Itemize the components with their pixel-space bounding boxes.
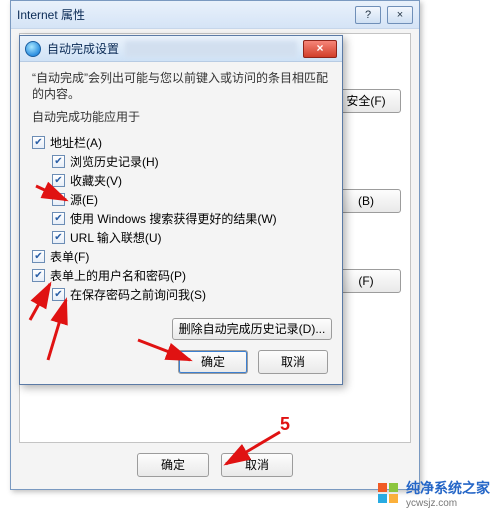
delete-autocomplete-history-button[interactable]: 删除自动完成历史记录(D)...	[172, 318, 332, 340]
window-titlebar: Internet 属性 ? ×	[11, 1, 419, 29]
checkbox-browsing-history[interactable]: ✔ 浏览历史记录(H)	[52, 152, 330, 171]
help-button[interactable]: ?	[355, 6, 381, 24]
checkbox-ask-before-save[interactable]: ✔ 在保存密码之前询问我(S)	[52, 285, 330, 304]
annotation-5: 5	[280, 414, 290, 435]
dialog-description: “自动完成”会列出可能与您以前键入或访问的条目相匹配的内容。	[32, 70, 330, 102]
checkbox-windows-search[interactable]: ✔ 使用 Windows 搜索获得更好的结果(W)	[52, 209, 330, 228]
check-icon: ✔	[32, 269, 45, 282]
watermark: 纯净系统之家 ycwsjz.com	[378, 478, 490, 509]
check-icon: ✔	[32, 136, 45, 149]
outer-cancel-button[interactable]: 取消	[221, 453, 293, 477]
checkbox-favorites[interactable]: ✔ 收藏夹(V)	[52, 171, 330, 190]
check-icon: ✔	[52, 174, 65, 187]
window-title: Internet 属性	[17, 6, 349, 23]
checkbox-label: 收藏夹(V)	[70, 172, 122, 189]
dialog-title: 自动完成设置	[47, 40, 119, 57]
check-icon: ✔	[52, 212, 65, 225]
outer-ok-button[interactable]: 确定	[137, 453, 209, 477]
check-icon: ✔	[52, 155, 65, 168]
close-button[interactable]: ×	[387, 6, 413, 24]
autocomplete-settings-dialog: 自动完成设置 × “自动完成”会列出可能与您以前键入或访问的条目相匹配的内容。 …	[19, 35, 343, 385]
checkbox-list: ✔ 地址栏(A) ✔ 浏览历史记录(H) ✔ 收藏夹(V) 源(E) ✔	[32, 133, 330, 304]
dialog-section-heading: 自动完成功能应用于	[32, 108, 330, 125]
dialog-titlebar: 自动完成设置 ×	[20, 36, 342, 62]
dialog-ok-button[interactable]: 确定	[178, 350, 248, 374]
dialog-close-button[interactable]: ×	[303, 40, 337, 58]
checkbox-label: 在保存密码之前询问我(S)	[70, 286, 206, 303]
title-blur	[125, 41, 297, 57]
check-icon: ✔	[52, 288, 65, 301]
dialog-cancel-button[interactable]: 取消	[258, 350, 328, 374]
checkbox-forms[interactable]: ✔ 表单(F)	[32, 247, 330, 266]
checkbox-label: 使用 Windows 搜索获得更好的结果(W)	[70, 210, 277, 227]
watermark-logo-icon	[378, 483, 400, 505]
globe-icon	[25, 41, 41, 57]
checkbox-feeds[interactable]: 源(E)	[52, 190, 330, 209]
checkbox-label: 地址栏(A)	[50, 134, 102, 151]
check-icon	[52, 193, 65, 206]
check-icon: ✔	[32, 250, 45, 263]
checkbox-label: 表单(F)	[50, 248, 89, 265]
dialog-body: “自动完成”会列出可能与您以前键入或访问的条目相匹配的内容。 自动完成功能应用于…	[20, 62, 342, 384]
checkbox-label: 浏览历史记录(H)	[70, 153, 159, 170]
outer-dialog-buttons: 确定 取消	[11, 453, 419, 477]
checkbox-label: URL 输入联想(U)	[70, 229, 162, 246]
checkbox-url-suggestions[interactable]: ✔ URL 输入联想(U)	[52, 228, 330, 247]
checkbox-address-bar[interactable]: ✔ 地址栏(A)	[32, 133, 330, 152]
check-icon: ✔	[52, 231, 65, 244]
checkbox-label: 表单上的用户名和密码(P)	[50, 267, 186, 284]
checkbox-usernames-passwords[interactable]: ✔ 表单上的用户名和密码(P)	[32, 266, 330, 285]
checkbox-label: 源(E)	[70, 191, 98, 208]
dialog-buttons: 确定 取消	[178, 350, 328, 374]
watermark-text: 纯净系统之家	[406, 478, 490, 498]
watermark-subtext: ycwsjz.com	[406, 498, 490, 509]
internet-properties-window: Internet 属性 ? × 安全(F) (B) (F) 确定 取消 自动完成…	[10, 0, 420, 490]
